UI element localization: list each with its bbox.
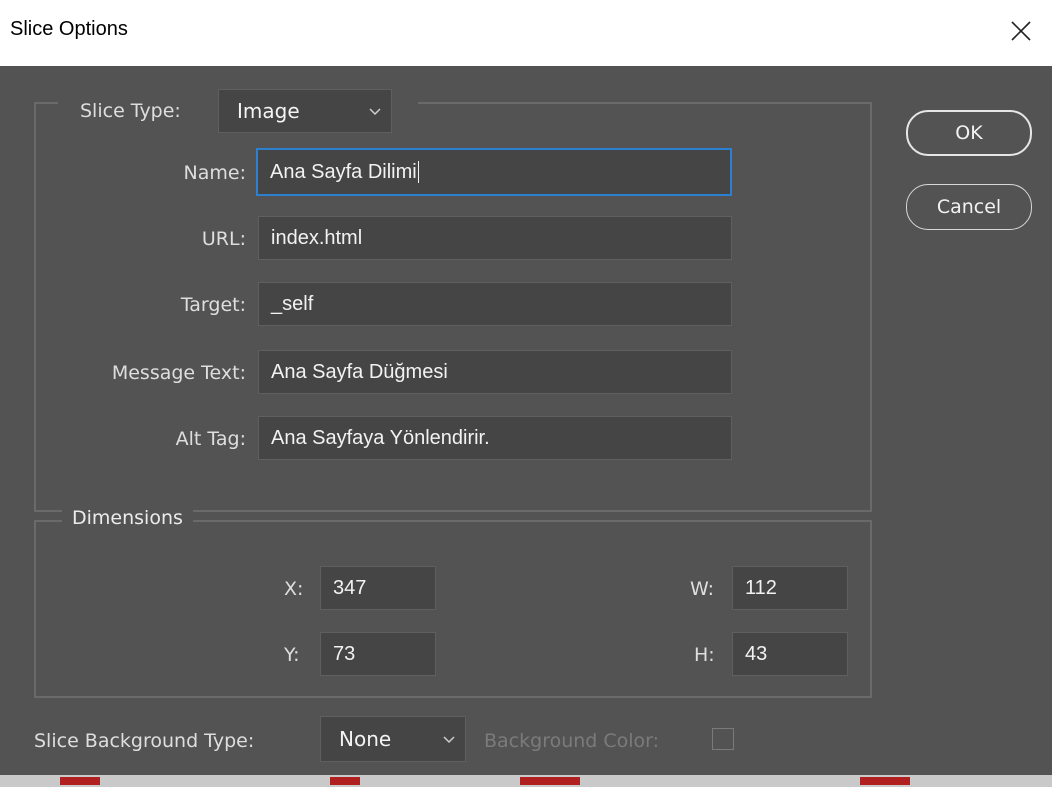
w-input[interactable]: 112 [732, 566, 848, 610]
url-value: index.html [271, 226, 363, 249]
message-text-label: Message Text: [111, 362, 246, 384]
dimensions-legend: Dimensions [62, 507, 193, 529]
target-input[interactable]: _self [258, 282, 732, 326]
h-label: H: [694, 644, 715, 666]
x-input[interactable]: 347 [320, 566, 436, 610]
dialog-body: Slice Type: Image Name: Ana Sayfa Dilimi… [0, 66, 1052, 775]
slice-background-type-dropdown[interactable]: None [320, 716, 466, 762]
w-value: 112 [745, 576, 777, 599]
x-value: 347 [333, 576, 367, 599]
cancel-button[interactable]: Cancel [906, 184, 1032, 230]
h-value: 43 [745, 642, 768, 665]
chevron-down-icon [369, 108, 381, 116]
target-value: _self [271, 292, 314, 315]
ok-button[interactable]: OK [906, 110, 1032, 156]
name-input[interactable]: Ana Sayfa Dilimi [256, 148, 732, 196]
slice-type-value: Image [237, 99, 300, 123]
target-label: Target: [180, 294, 246, 316]
slice-type-label: Slice Type: [80, 100, 181, 122]
close-icon[interactable] [1010, 20, 1032, 42]
x-label: X: [284, 578, 304, 600]
message-text-input[interactable]: Ana Sayfa Düğmesi [258, 350, 732, 394]
slice-background-type-value: None [339, 727, 392, 751]
url-label: URL: [201, 228, 246, 250]
decorative-mark [330, 777, 360, 785]
underlying-canvas-strip [0, 775, 1052, 787]
alt-tag-input[interactable]: Ana Sayfaya Yönlendirir. [258, 416, 732, 460]
y-value: 73 [333, 642, 356, 665]
url-input[interactable]: index.html [258, 216, 732, 260]
title-bar: Slice Options [0, 0, 1052, 66]
message-text-value: Ana Sayfa Düğmesi [271, 360, 448, 383]
h-input[interactable]: 43 [732, 632, 848, 676]
slice-type-dropdown[interactable]: Image [218, 89, 392, 133]
text-caret [417, 161, 419, 183]
w-label: W: [690, 578, 715, 600]
decorative-mark [60, 777, 100, 785]
window-title: Slice Options [10, 18, 128, 40]
background-color-label: Background Color: [484, 730, 660, 752]
name-label: Name: [183, 162, 246, 184]
alt-tag-label: Alt Tag: [175, 428, 246, 450]
y-input[interactable]: 73 [320, 632, 436, 676]
slice-background-type-label: Slice Background Type: [34, 730, 255, 752]
decorative-mark [520, 777, 580, 785]
background-color-swatch [712, 728, 734, 750]
y-label: Y: [284, 644, 300, 666]
alt-tag-value: Ana Sayfaya Yönlendirir. [271, 426, 490, 449]
name-value: Ana Sayfa Dilimi [270, 160, 417, 183]
chevron-down-icon [443, 736, 455, 744]
decorative-mark [860, 777, 910, 785]
